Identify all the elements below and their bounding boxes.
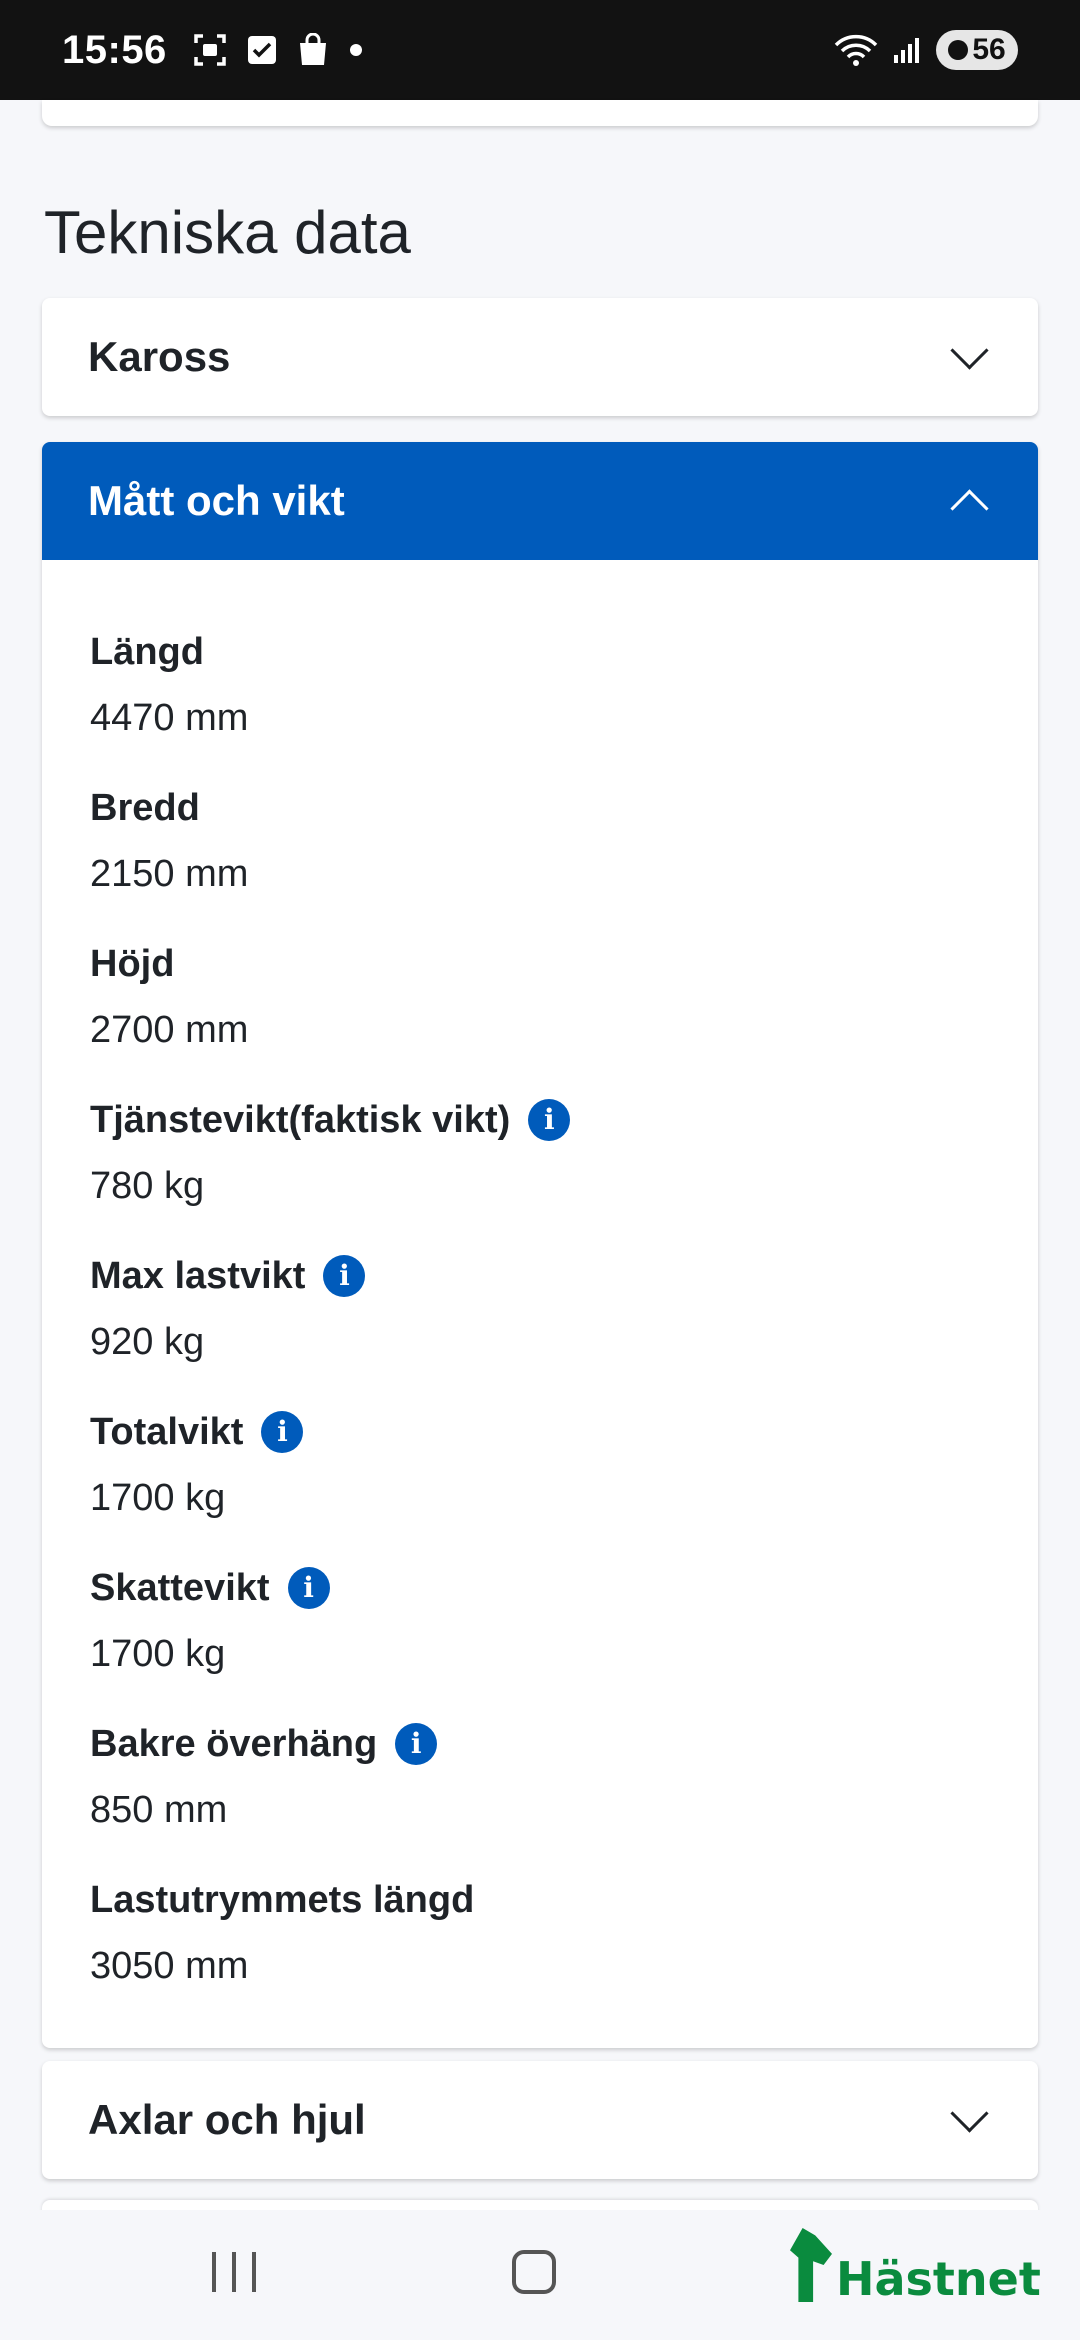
spec-value: 850 mm xyxy=(90,1789,228,1831)
spec-item: Lastutrymmets längd 3050 mm xyxy=(90,1878,988,1988)
spec-label: Lastutrymmets längd xyxy=(90,1879,475,1921)
panel-axlar-och-hjul: Axlar och hjul xyxy=(42,2061,1038,2179)
spec-item: Längd 4470 mm xyxy=(90,630,988,740)
system-icons: 56 xyxy=(834,30,1018,70)
signal-icon xyxy=(894,38,919,63)
panel-matt-och-vikt-label: Mått och vikt xyxy=(88,477,345,524)
home-button[interactable] xyxy=(512,2250,556,2294)
spec-item: Totalvikt i 1700 kg xyxy=(90,1410,988,1520)
spec-value: 1700 kg xyxy=(90,1477,226,1519)
spec-value: 920 kg xyxy=(90,1321,205,1363)
panel-axlar-och-hjul-header[interactable]: Axlar och hjul xyxy=(42,2061,1038,2179)
power-saving-icon xyxy=(948,40,969,60)
shopping-bag-icon xyxy=(299,33,326,65)
panel-axlar-och-hjul-label: Axlar och hjul xyxy=(88,2096,366,2143)
spec-label: Bredd xyxy=(90,787,200,829)
spec-label: Totalvikt i xyxy=(90,1410,988,1454)
battery-indicator: 56 xyxy=(936,30,1018,70)
panel-kaross-label: Kaross xyxy=(88,333,231,380)
battery-level: 56 xyxy=(972,33,1006,66)
spec-item: Bakre överhäng i 850 mm xyxy=(90,1722,988,1832)
panel-kaross: Kaross xyxy=(42,298,1038,416)
info-icon[interactable]: i xyxy=(261,1411,304,1453)
status-time: 15:56 xyxy=(62,27,167,72)
spec-label: Längd xyxy=(90,631,204,673)
chevron-up-icon xyxy=(948,481,988,521)
spec-item: Bredd 2150 mm xyxy=(90,786,988,896)
wifi-icon xyxy=(834,34,878,66)
spec-item: Tjänstevikt(faktisk vikt) i 780 kg xyxy=(90,1098,988,1208)
spec-label: Tjänstevikt(faktisk vikt) i xyxy=(90,1098,988,1142)
spec-value: 3050 mm xyxy=(90,1945,249,1987)
panel-matt-och-vikt-header[interactable]: Mått och vikt xyxy=(42,442,1038,560)
screenshot-icon xyxy=(194,34,226,66)
spec-label: Max lastvikt i xyxy=(90,1254,988,1298)
notification-icons xyxy=(193,33,363,67)
info-icon[interactable]: i xyxy=(323,1255,366,1297)
spec-item: Skattevikt i 1700 kg xyxy=(90,1566,988,1676)
spec-label: Höjd xyxy=(90,943,175,985)
panel-matt-och-vikt-body: Längd 4470 mm Bredd 2150 mm Höjd 2700 mm… xyxy=(42,560,1038,2048)
spec-label: Skattevikt i xyxy=(90,1566,988,1610)
chevron-down-icon xyxy=(948,337,988,377)
spec-value: 2150 mm xyxy=(90,853,249,895)
status-bar: 15:56 56 xyxy=(0,0,1080,100)
spec-item: Höjd 2700 mm xyxy=(90,942,988,1052)
spec-item: Max lastvikt i 920 kg xyxy=(90,1254,988,1364)
horse-logo-icon xyxy=(790,2228,832,2302)
spec-value: 4470 mm xyxy=(90,697,249,739)
recent-apps-button[interactable] xyxy=(212,2252,256,2292)
dot-icon xyxy=(349,44,362,56)
spec-value: 780 kg xyxy=(90,1165,205,1207)
spec-value: 1700 kg xyxy=(90,1633,226,1675)
logo-text: Hästnet xyxy=(836,2252,1041,2306)
chevron-down-icon xyxy=(948,2100,988,2140)
panel-kaross-header[interactable]: Kaross xyxy=(42,298,1038,416)
info-icon[interactable]: i xyxy=(395,1723,438,1765)
spec-label: Bakre överhäng i xyxy=(90,1722,988,1766)
navigation-bar: Hästnet xyxy=(0,2210,1080,2340)
info-icon[interactable]: i xyxy=(528,1099,571,1141)
info-icon[interactable]: i xyxy=(287,1567,330,1609)
hastnet-logo: Hästnet xyxy=(790,2228,1041,2302)
previous-card xyxy=(42,100,1038,126)
page-title: Tekniska data xyxy=(44,199,411,266)
spec-value: 2700 mm xyxy=(90,1009,249,1051)
checkbox-icon xyxy=(247,36,276,64)
panel-matt-och-vikt: Mått och vikt Längd 4470 mm Bredd 2150 m… xyxy=(42,442,1038,2048)
